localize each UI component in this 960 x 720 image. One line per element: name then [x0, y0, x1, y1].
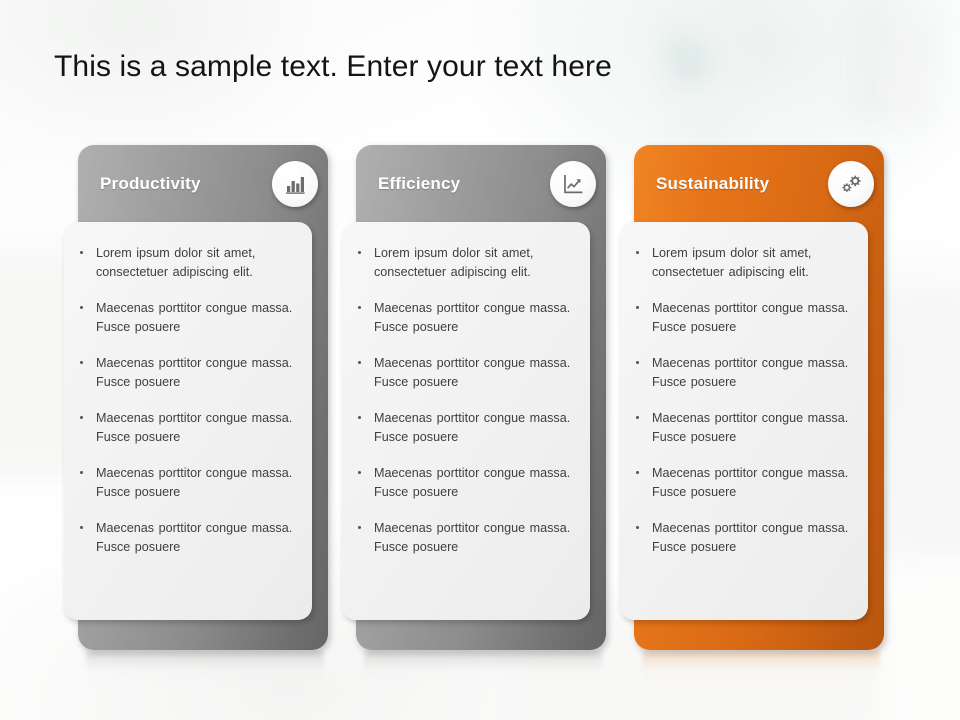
- card-title: Efficiency: [378, 173, 461, 193]
- bullet-dot-icon: [358, 251, 361, 254]
- list-item: Maecenas porttitor congue massa. Fusce p…: [630, 354, 856, 392]
- list-item-text: Maecenas porttitor congue massa. Fusce p…: [652, 356, 849, 389]
- list-item: Maecenas porttitor congue massa. Fusce p…: [74, 299, 300, 337]
- list-item: Lorem ipsum dolor sit amet, consectetuer…: [352, 244, 578, 282]
- list-item-text: Maecenas porttitor congue massa. Fusce p…: [652, 466, 849, 499]
- bullet-dot-icon: [358, 306, 361, 309]
- line-chart-icon[interactable]: [550, 161, 596, 207]
- bullet-dot-icon: [636, 471, 639, 474]
- list-item-text: Maecenas porttitor congue massa. Fusce p…: [374, 301, 571, 334]
- list-item: Maecenas porttitor congue massa. Fusce p…: [352, 354, 578, 392]
- card-body: Lorem ipsum dolor sit amet, consectetuer…: [342, 222, 590, 620]
- bullet-dot-icon: [636, 306, 639, 309]
- list-item: Maecenas porttitor congue massa. Fusce p…: [630, 409, 856, 447]
- list-item: Maecenas porttitor congue massa. Fusce p…: [352, 519, 578, 557]
- list-item-text: Maecenas porttitor congue massa. Fusce p…: [96, 301, 293, 334]
- list-item: Maecenas porttitor congue massa. Fusce p…: [74, 519, 300, 557]
- background-right-shape: [880, 300, 960, 560]
- list-item-text: Lorem ipsum dolor sit amet, consectetuer…: [374, 246, 534, 279]
- bullet-dot-icon: [636, 416, 639, 419]
- gears-icon[interactable]: [828, 161, 874, 207]
- card-sustainability[interactable]: Sustainability Lorem ipsum dolor sit ame…: [620, 145, 884, 685]
- list-item: Lorem ipsum dolor sit amet, consectetuer…: [74, 244, 300, 282]
- bullet-list: Lorem ipsum dolor sit amet, consectetuer…: [352, 244, 578, 557]
- list-item-text: Maecenas porttitor congue massa. Fusce p…: [96, 466, 293, 499]
- list-item: Maecenas porttitor congue massa. Fusce p…: [74, 354, 300, 392]
- list-item: Maecenas porttitor congue massa. Fusce p…: [352, 409, 578, 447]
- bullet-list: Lorem ipsum dolor sit amet, consectetuer…: [630, 244, 856, 557]
- list-item-text: Maecenas porttitor congue massa. Fusce p…: [374, 521, 571, 554]
- list-item: Maecenas porttitor congue massa. Fusce p…: [74, 409, 300, 447]
- bullet-dot-icon: [358, 471, 361, 474]
- slide-canvas: This is a sample text. Enter your text h…: [0, 0, 960, 720]
- bullet-dot-icon: [80, 526, 83, 529]
- bullet-list: Lorem ipsum dolor sit amet, consectetuer…: [74, 244, 300, 557]
- bar-chart-icon[interactable]: [272, 161, 318, 207]
- card-reflection: [86, 651, 324, 685]
- list-item: Maecenas porttitor congue massa. Fusce p…: [630, 519, 856, 557]
- list-item-text: Maecenas porttitor congue massa. Fusce p…: [652, 521, 849, 554]
- bullet-dot-icon: [80, 416, 83, 419]
- card-reflection: [364, 651, 602, 685]
- list-item-text: Maecenas porttitor congue massa. Fusce p…: [96, 521, 293, 554]
- bullet-dot-icon: [358, 416, 361, 419]
- list-item: Maecenas porttitor congue massa. Fusce p…: [352, 299, 578, 337]
- background-bar-shape-2: [896, 14, 926, 120]
- list-item-text: Maecenas porttitor congue massa. Fusce p…: [374, 356, 571, 389]
- list-item: Lorem ipsum dolor sit amet, consectetuer…: [630, 244, 856, 282]
- card-reflection: [642, 651, 880, 685]
- bullet-dot-icon: [636, 361, 639, 364]
- list-item-text: Lorem ipsum dolor sit amet, consectetuer…: [652, 246, 812, 279]
- list-item-text: Maecenas porttitor congue massa. Fusce p…: [652, 411, 849, 444]
- card-body: Lorem ipsum dolor sit amet, consectetuer…: [64, 222, 312, 620]
- list-item: Maecenas porttitor congue massa. Fusce p…: [630, 299, 856, 337]
- bullet-dot-icon: [80, 306, 83, 309]
- page-title: This is a sample text. Enter your text h…: [54, 50, 612, 83]
- list-item: Maecenas porttitor congue massa. Fusce p…: [630, 464, 856, 502]
- bullet-dot-icon: [358, 526, 361, 529]
- bullet-dot-icon: [358, 361, 361, 364]
- bullet-dot-icon: [80, 471, 83, 474]
- list-item-text: Maecenas porttitor congue massa. Fusce p…: [652, 301, 849, 334]
- list-item-text: Maecenas porttitor congue massa. Fusce p…: [96, 411, 293, 444]
- card-title: Productivity: [100, 173, 201, 193]
- list-item-text: Maecenas porttitor congue massa. Fusce p…: [374, 411, 571, 444]
- card-body: Lorem ipsum dolor sit amet, consectetuer…: [620, 222, 868, 620]
- list-item: Maecenas porttitor congue massa. Fusce p…: [352, 464, 578, 502]
- bullet-dot-icon: [80, 251, 83, 254]
- background-square-shape: [672, 96, 736, 144]
- bullet-dot-icon: [636, 526, 639, 529]
- list-item-text: Maecenas porttitor congue massa. Fusce p…: [374, 466, 571, 499]
- list-item-text: Maecenas porttitor congue massa. Fusce p…: [96, 356, 293, 389]
- bullet-dot-icon: [80, 361, 83, 364]
- card-title: Sustainability: [656, 173, 770, 193]
- background-bar-shape-1: [858, 0, 884, 120]
- list-item: Maecenas porttitor congue massa. Fusce p…: [74, 464, 300, 502]
- list-item-text: Lorem ipsum dolor sit amet, consectetuer…: [96, 246, 256, 279]
- card-efficiency[interactable]: Efficiency Lorem ipsum dolor sit amet, c…: [342, 145, 606, 685]
- card-productivity[interactable]: Productivity Lorem ipsum dolor sit amet,…: [64, 145, 328, 685]
- bullet-dot-icon: [636, 251, 639, 254]
- background-pie-chart-shape: [668, 8, 754, 94]
